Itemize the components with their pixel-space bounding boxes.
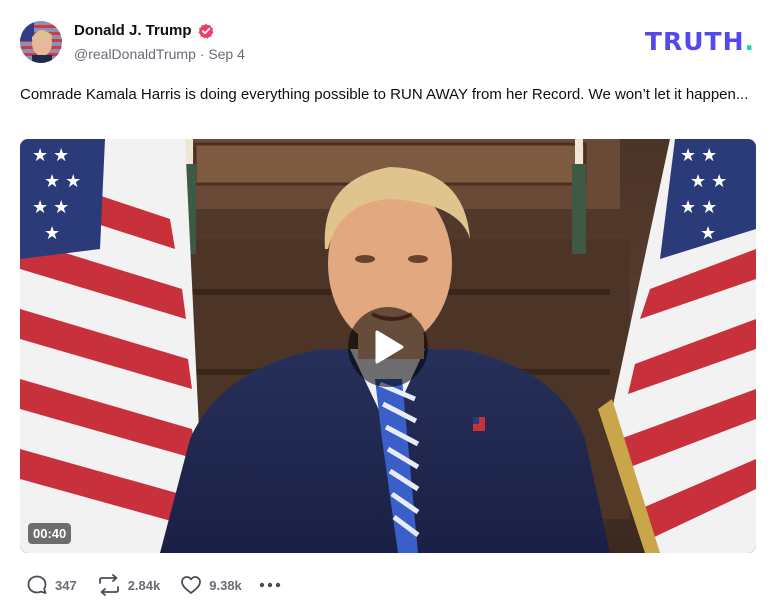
like-button[interactable]: 9.38k (180, 574, 242, 596)
svg-text:★ ★: ★ ★ (44, 171, 81, 191)
svg-text:★ ★: ★ ★ (690, 171, 727, 191)
logo-dot: . (744, 27, 755, 56)
heart-icon (181, 576, 202, 594)
video-duration: 00:40 (28, 523, 72, 544)
more-dots-icon (259, 582, 280, 588)
post-text: Comrade Kamala Harris is doing everythin… (20, 86, 749, 103)
author-name-row: Donald J. Trump (74, 22, 214, 39)
like-count: 9.38k (209, 577, 242, 593)
truth-social-logo[interactable]: TRUTH. (645, 27, 755, 56)
play-icon (375, 330, 404, 364)
retruth-count: 2.84k (127, 577, 161, 593)
reply-count: 347 (55, 577, 77, 593)
author-display-name[interactable]: Donald J. Trump (74, 22, 192, 39)
more-options-button[interactable] (259, 574, 281, 596)
truth-post: Donald J. Trump @realDonaldTrump · Sep 4… (0, 0, 777, 615)
retruth-icon (98, 574, 119, 596)
svg-text:★ ★: ★ ★ (32, 197, 69, 217)
author-meta: @realDonaldTrump · Sep 4 (74, 46, 245, 62)
avatar[interactable] (20, 21, 62, 63)
svg-text:★ ★: ★ ★ (32, 145, 69, 165)
retruth-button[interactable]: 2.84k (97, 574, 161, 596)
avatar-image (20, 21, 62, 63)
svg-text:★ ★: ★ ★ (680, 197, 717, 217)
post-actions: 347 2.84k 9.38k (26, 574, 281, 596)
verified-badge-icon (198, 23, 214, 39)
play-button[interactable] (348, 307, 428, 387)
logo-text: TRUTH (644, 27, 745, 56)
svg-text:★ ★: ★ ★ (680, 145, 717, 165)
svg-text:★: ★ (700, 223, 716, 243)
reply-bubble-icon (27, 575, 47, 594)
reply-button[interactable]: 347 (26, 574, 77, 596)
author-handle[interactable]: @realDonaldTrump (74, 46, 196, 62)
video-player[interactable]: ★ ★ ★ ★ ★ ★ ★ ★ ★ ★ ★ ★ ★ ★ 00:40 (20, 139, 756, 553)
post-timestamp[interactable]: Sep 4 (208, 46, 245, 62)
svg-text:★: ★ (44, 223, 60, 243)
